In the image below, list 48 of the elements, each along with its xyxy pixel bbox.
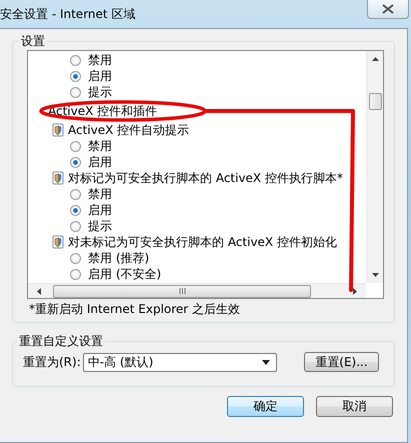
option-label[interactable]: 禁用 (推荐)	[88, 250, 150, 266]
group-title: 设置	[20, 33, 46, 50]
option-label[interactable]: 提示	[88, 218, 112, 234]
setting-label: ActiveX 控件自动提示	[68, 122, 190, 138]
grip-icon	[178, 288, 186, 294]
ok-button[interactable]: 确定	[227, 396, 304, 417]
setting-icon	[52, 172, 64, 184]
radio-button[interactable]	[70, 54, 81, 66]
setting-label: 对未标记为可安全执行脚本的 ActiveX 控件初始化	[68, 234, 337, 250]
right-arrow-icon	[353, 288, 357, 294]
cancel-button[interactable]: 取消	[316, 396, 393, 417]
scrollbar-thumb[interactable]	[368, 93, 382, 110]
option-label[interactable]: 启用 (不安全)	[88, 266, 162, 282]
vertical-scrollbar[interactable]	[366, 51, 383, 283]
setting-icon	[52, 124, 64, 136]
radio-button[interactable]	[70, 86, 81, 98]
down-arrow-icon	[372, 273, 378, 277]
radio-button[interactable]	[70, 140, 81, 152]
category-label: ActiveX 控件和插件	[48, 103, 158, 119]
option-label[interactable]: 提示	[88, 84, 112, 100]
option-label[interactable]: 启用	[88, 202, 112, 218]
radio-button[interactable]	[70, 204, 81, 216]
option-label[interactable]: 禁用	[88, 186, 112, 202]
radio-button[interactable]	[70, 268, 81, 280]
reset-label: 重置为(R):	[23, 354, 81, 370]
radio-button[interactable]	[70, 188, 81, 200]
group-title: 重置自定义设置	[18, 333, 104, 350]
radio-button[interactable]	[70, 70, 81, 82]
scrollbar-thumb[interactable]	[53, 284, 311, 298]
option-label[interactable]: 启用	[88, 154, 112, 170]
radio-button[interactable]	[70, 156, 81, 168]
window-title: 安全设置 - Internet 区域	[0, 6, 136, 22]
radio-button[interactable]	[70, 252, 81, 264]
option-label[interactable]: 启用	[88, 68, 112, 84]
restart-note: *重新启动 Internet Explorer 之后生效	[28, 301, 242, 316]
close-button[interactable]	[367, 0, 409, 19]
setting-label: 对标记为可安全执行脚本的 ActiveX 控件执行脚本*	[68, 170, 343, 186]
horizontal-scrollbar[interactable]	[28, 283, 366, 298]
radio-button[interactable]	[70, 220, 81, 232]
reset-button[interactable]: 重置(E)...	[304, 352, 379, 372]
dropdown-arrow-icon	[262, 360, 270, 364]
setting-icon	[52, 236, 64, 248]
option-label[interactable]: 禁用	[88, 138, 112, 154]
close-icon	[382, 4, 394, 14]
up-arrow-icon	[372, 57, 378, 61]
left-arrow-icon	[37, 288, 41, 294]
level-dropdown[interactable]: 中-高 (默认)	[82, 352, 277, 372]
option-label[interactable]: 禁用	[88, 52, 112, 68]
